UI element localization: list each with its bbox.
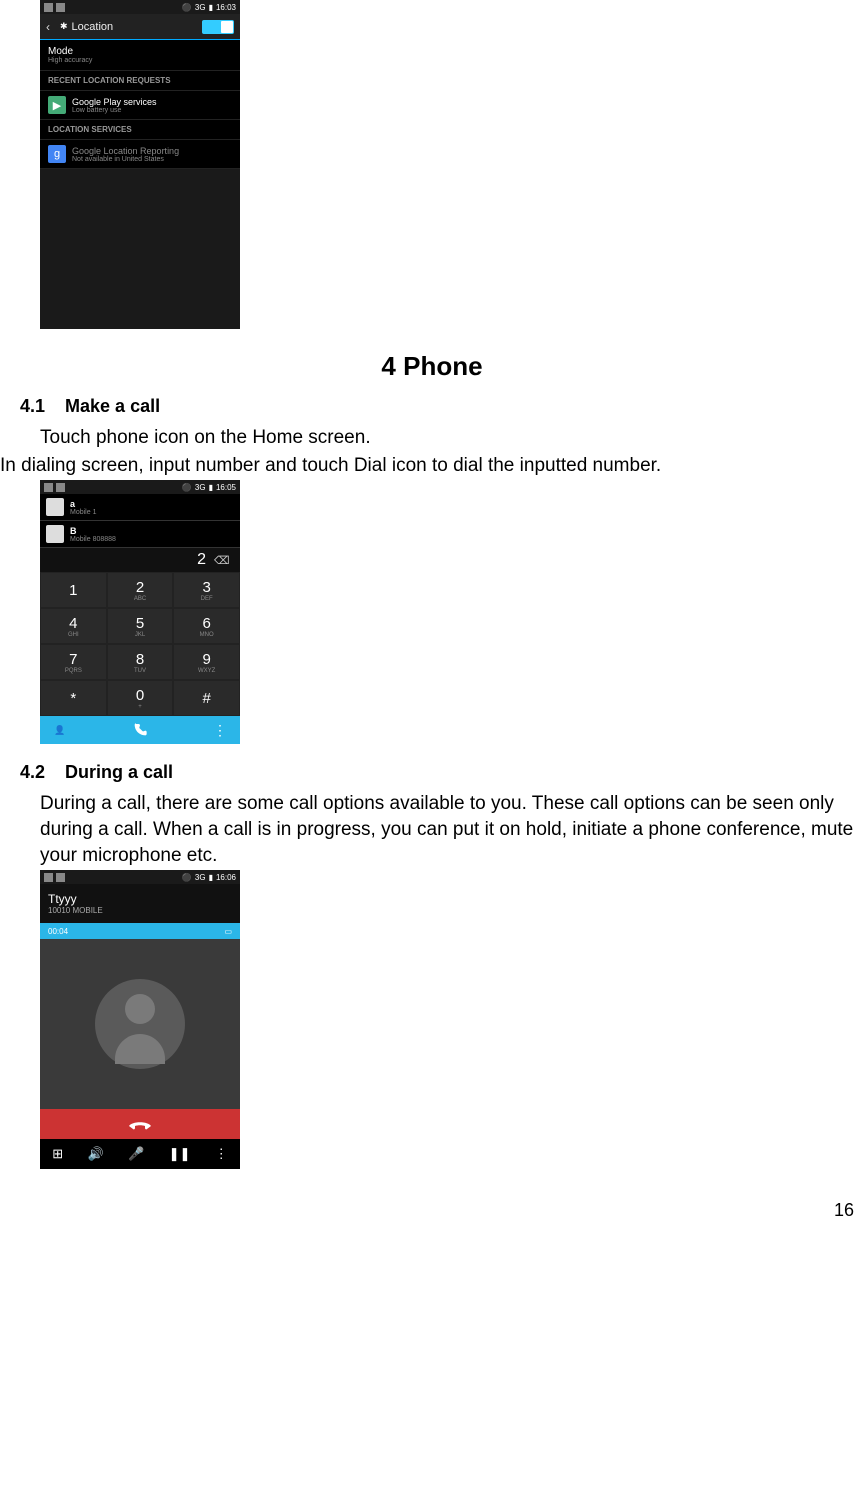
play-icon: ▶ [48,96,66,114]
google-play-services-row[interactable]: ▶ Google Play services Low battery use [40,91,240,120]
caller-name: Ttyyy [48,892,232,906]
screenshot-location: ⚫3G▮16:03 ‹ ✱ Location Mode High accurac… [40,0,240,329]
google-location-reporting-row: g Google Location Reporting Not availabl… [40,140,240,169]
keypad-key-4[interactable]: 4GHI [40,608,107,644]
keypad-key-0[interactable]: 0+ [107,680,174,716]
contact-suggestion[interactable]: aMobile 1 [40,494,240,521]
paragraph: In dialing screen, input number and touc… [0,453,864,479]
keypad: 12ABC3DEF 4GHI5JKL6MNO 7PQRS8TUV9WXYZ *0+# [40,572,240,716]
keypad-key-7[interactable]: 7PQRS [40,644,107,680]
keypad-key-8[interactable]: 8TUV [107,644,174,680]
sim-icon: ▭ [224,927,232,936]
network-indicator: 3G [195,483,206,492]
keypad-key-5[interactable]: 5JKL [107,608,174,644]
keypad-key-2[interactable]: 2ABC [107,572,174,608]
paragraph: During a call, there are some call optio… [40,791,864,868]
clock: 16:06 [216,873,236,882]
dialed-number: 2 [197,551,206,569]
gear-icon: ✱ [60,21,68,32]
mode-row[interactable]: Mode High accuracy [40,40,240,71]
page-title: Location [72,21,202,33]
keypad-key-*[interactable]: * [40,680,107,716]
row-label: Google Location Reporting [72,146,179,156]
overflow-menu-icon[interactable]: ⋮ [200,716,240,744]
paragraph: Touch phone icon on the Home screen. [40,425,864,451]
mode-label: Mode [48,46,232,57]
keypad-key-9[interactable]: 9WXYZ [173,644,240,680]
more-icon[interactable]: ⋮ [215,1146,228,1162]
end-call-button[interactable] [40,1109,240,1139]
row-sublabel: Not available in United States [72,156,179,163]
dial-button[interactable] [80,716,200,744]
caller-number: 10010 MOBILE [48,906,232,915]
keypad-key-#[interactable]: # [173,680,240,716]
row-sublabel: Low battery use [72,107,157,114]
page-number: 16 [834,1200,854,1221]
keypad-key-3[interactable]: 3DEF [173,572,240,608]
screenshot-incall: ⚫3G▮16:06 Ttyyy 10010 MOBILE 00:04 ▭ ⊞ 🔊… [40,870,240,1169]
dialpad-icon[interactable]: ⊞ [52,1146,63,1162]
call-options: ⊞ 🔊 🎤 ❚❚ ⋮ [40,1139,240,1169]
dial-input: 2 ⌫ [40,548,240,572]
clock: 16:05 [216,483,236,492]
call-info: Ttyyy 10010 MOBILE [40,884,240,923]
status-bar: ⚫3G▮16:03 [40,0,240,14]
google-icon: g [48,145,66,163]
mute-icon[interactable]: 🎤 [128,1146,144,1162]
caller-avatar [40,939,240,1109]
speaker-icon[interactable]: 🔊 [87,1146,103,1162]
keypad-key-6[interactable]: 6MNO [173,608,240,644]
call-duration: 00:04 [48,927,68,936]
add-contact-icon[interactable]: 👤 [40,716,80,744]
call-timer-bar: 00:04 ▭ [40,923,240,939]
network-indicator: 3G [195,3,206,12]
section-heading: 4 Phone [0,351,864,382]
contact-suggestion[interactable]: BMobile 808888 [40,521,240,548]
status-bar: ⚫3G▮16:06 [40,870,240,884]
location-toggle[interactable] [202,20,234,34]
backspace-icon[interactable]: ⌫ [214,554,232,567]
row-label: Google Play services [72,97,157,107]
header-bar: ‹ ✱ Location [40,14,240,40]
avatar [46,525,64,543]
section-header-services: LOCATION SERVICES [40,120,240,140]
hold-icon[interactable]: ❚❚ [169,1146,191,1162]
screenshot-dialer: ⚫3G▮16:05 aMobile 1 BMobile 808888 2 ⌫ 1… [40,480,240,744]
mode-value: High accuracy [48,57,232,64]
keypad-key-1[interactable]: 1 [40,572,107,608]
avatar [46,498,64,516]
section-header-recent: RECENT LOCATION REQUESTS [40,71,240,91]
subsection-heading: 4.2During a call [20,762,864,783]
status-bar: ⚫3G▮16:05 [40,480,240,494]
clock: 16:03 [216,3,236,12]
back-icon[interactable]: ‹ [46,20,60,34]
network-indicator: 3G [195,873,206,882]
subsection-heading: 4.1Make a call [20,396,864,417]
dial-bar: 👤 ⋮ [40,716,240,744]
